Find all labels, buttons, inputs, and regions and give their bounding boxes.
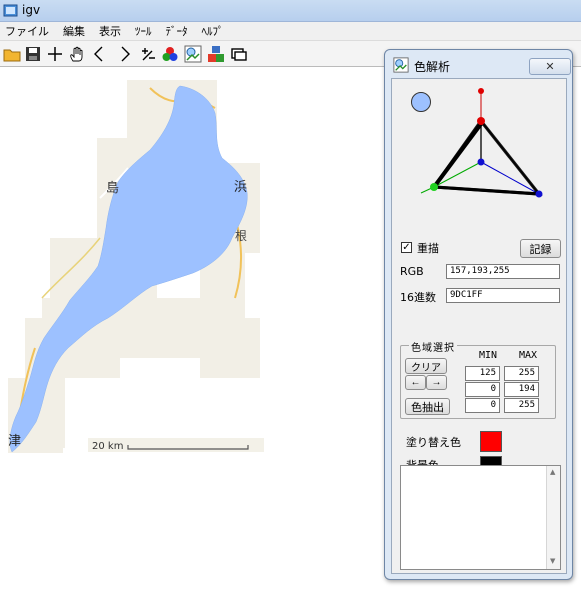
hand-icon[interactable] [68,45,86,63]
crosshair-icon[interactable] [46,45,64,63]
color-replace-icon[interactable] [207,45,225,63]
map-label-nagahama: 浜 [234,180,247,195]
prev-icon[interactable] [90,45,108,63]
max-header: MAX [519,350,538,361]
max-b-field[interactable]: 255 [504,398,539,413]
right-arrow-icon: → [431,377,442,388]
rgb-circles-icon[interactable] [161,45,179,63]
left-arrow-icon: ← [410,377,421,388]
replace-color-label: 塗り替え色 [406,436,461,449]
plus-minus-icon[interactable] [139,45,157,63]
hex-label: 16進数 [400,291,436,304]
menu-help[interactable]: ﾍﾙﾌﾟ [201,23,225,39]
gamut-group-title: 色域選択 [409,339,457,354]
extract-color-button[interactable]: 色抽出 [405,398,450,415]
window-icon[interactable] [230,45,248,63]
window-title: igv [22,3,41,17]
menu-tools[interactable]: ﾂｰﾙ [134,23,153,39]
gamut-selection-group: 色域選択 MIN MAX クリア ← → 色抽出 125 0 0 255 194… [400,339,556,419]
left-arrow-button[interactable]: ← [405,375,426,390]
menu-bar: ファイル 編集 表示 ﾂｰﾙ ﾃﾞｰﾀ ﾍﾙﾌﾟ [0,22,581,41]
panel-title: 色解析 [414,60,451,74]
scroll-up-icon[interactable]: ▲ [550,468,555,476]
scale-label: 20 km [92,441,123,452]
close-icon: ✕ [545,60,555,73]
panel-body: ✓ 重描 記録 RGB 157,193,255 16進数 9DC1FF 色域選択… [391,78,567,574]
color-analysis-icon [393,57,409,73]
right-arrow-button[interactable]: → [426,375,447,390]
title-bar: igv [0,0,581,22]
close-button[interactable]: ✕ [529,58,571,75]
overlay-checkbox[interactable]: ✓ [401,242,412,253]
menu-view[interactable]: 表示 [98,23,122,39]
hex-value-field[interactable]: 9DC1FF [446,288,560,303]
min-r-field[interactable]: 125 [465,366,500,381]
rgb-tetrahedron-diagram [420,88,543,198]
max-g-field[interactable]: 194 [504,382,539,397]
map-label-hikone: 根 [235,229,247,243]
save-icon[interactable] [24,45,42,63]
min-header: MIN [479,350,498,361]
min-g-field[interactable]: 0 [465,382,500,397]
rgb-value-field[interactable]: 157,193,255 [446,264,560,279]
scale-bar: 20 km [88,438,264,452]
igv-app-icon [3,4,18,17]
color-analysis-icon[interactable] [184,45,202,63]
open-folder-icon[interactable] [3,45,21,63]
overlay-checkbox-label: 重描 [417,242,439,255]
min-b-field[interactable]: 0 [465,398,500,413]
color-analysis-panel: 色解析 ✕ ✓ 重描 記録 RGB 157,193,255 16進数 9DC1F… [384,49,573,580]
panel-title-bar[interactable]: 色解析 ✕ [393,56,571,75]
rgb-label: RGB [400,265,424,278]
menu-file[interactable]: ファイル [4,23,50,39]
log-textarea[interactable]: ▲ ▼ [400,465,561,570]
clear-button[interactable]: クリア [405,358,447,374]
map-label-nagashima: 島 [106,181,119,196]
next-icon[interactable] [116,45,134,63]
map-label-otsu: 津 [8,434,21,449]
scroll-down-icon[interactable]: ▼ [550,557,555,565]
max-r-field[interactable]: 255 [504,366,539,381]
log-scrollbar[interactable]: ▲ ▼ [546,466,560,569]
menu-edit[interactable]: 編集 [62,23,86,39]
menu-data[interactable]: ﾃﾞｰﾀ [165,23,189,39]
record-button[interactable]: 記録 [520,239,561,258]
replace-color-swatch[interactable] [480,431,502,452]
